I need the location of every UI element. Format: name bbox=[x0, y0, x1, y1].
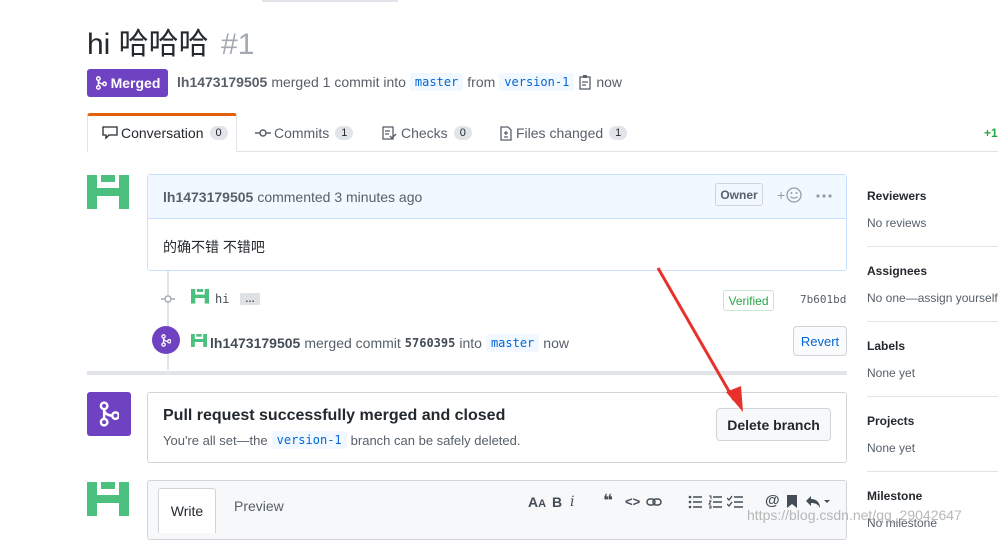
tab-conversation-count: 0 bbox=[209, 126, 228, 140]
smiley-icon bbox=[786, 187, 802, 203]
meta-text: merged 1 commit into bbox=[271, 74, 406, 90]
checklist-icon bbox=[382, 126, 397, 140]
milestone-heading[interactable]: Milestone bbox=[867, 489, 922, 503]
tab-files-changed[interactable]: Files changed 1 bbox=[500, 114, 628, 152]
head-branch[interactable]: version-1 bbox=[499, 73, 575, 91]
clipboard-icon[interactable] bbox=[578, 74, 592, 90]
preview-tab[interactable]: Preview bbox=[234, 498, 284, 514]
merge-author-avatar[interactable] bbox=[191, 334, 207, 350]
projects-heading[interactable]: Projects bbox=[867, 414, 914, 428]
pr-number: #1 bbox=[221, 28, 255, 61]
labels-value: None yet bbox=[867, 366, 916, 380]
owner-badge: Owner bbox=[715, 183, 763, 206]
add-reaction-button[interactable]: + bbox=[777, 187, 802, 203]
revert-button[interactable]: Revert bbox=[793, 326, 847, 356]
diffstat-added: +1 bbox=[984, 126, 998, 140]
commit-sha[interactable]: 7b601bd bbox=[800, 293, 846, 306]
merge-event-text: lh1473179505 merged commit 5760395 into … bbox=[210, 334, 569, 352]
expand-commit-button[interactable]: … bbox=[240, 293, 260, 305]
commit-message[interactable]: hi bbox=[215, 292, 229, 306]
top-edge-bar bbox=[262, 0, 398, 2]
page-title: hi 哈哈哈 #1 bbox=[87, 26, 254, 64]
tab-checks[interactable]: Checks 0 bbox=[382, 114, 472, 152]
reviewers-value: No reviews bbox=[867, 216, 927, 230]
labels-heading[interactable]: Labels bbox=[867, 339, 905, 353]
merge-icon bbox=[99, 401, 119, 427]
author-link[interactable]: lh1473179505 bbox=[177, 74, 267, 90]
italic-icon[interactable]: i bbox=[570, 494, 574, 510]
header-text-icon[interactable]: AA bbox=[528, 494, 546, 510]
merge-sha[interactable]: 5760395 bbox=[405, 336, 456, 350]
sidebar-divider bbox=[867, 396, 998, 397]
tab-files-label: Files changed bbox=[516, 125, 604, 141]
comment-icon bbox=[102, 126, 118, 140]
avatar[interactable] bbox=[87, 175, 129, 217]
merge-branch[interactable]: master bbox=[485, 334, 540, 352]
timeline-line bbox=[167, 270, 169, 370]
tab-checks-label: Checks bbox=[401, 125, 448, 141]
tab-commits[interactable]: Commits 1 bbox=[255, 114, 354, 152]
commit-avatar[interactable] bbox=[191, 289, 209, 307]
merge-icon bbox=[95, 76, 107, 90]
sidebar-divider bbox=[867, 246, 998, 247]
from-text: from bbox=[467, 74, 496, 90]
merged-time: now bbox=[596, 74, 622, 90]
merge-event-badge bbox=[152, 326, 180, 354]
code-icon[interactable]: <> bbox=[625, 494, 640, 509]
merge-into: into bbox=[459, 335, 482, 351]
bold-icon[interactable]: B bbox=[552, 494, 562, 510]
watermark: https://blog.csdn.net/qq_29042647 bbox=[747, 507, 962, 523]
commit-node-icon bbox=[161, 295, 175, 303]
quote-icon[interactable]: ❝ bbox=[603, 491, 613, 511]
base-branch[interactable]: master bbox=[409, 73, 464, 91]
commit-icon bbox=[255, 129, 271, 137]
merge-icon bbox=[161, 333, 171, 347]
merge-author[interactable]: lh1473179505 bbox=[210, 335, 300, 351]
merged-text-after: branch can be safely deleted. bbox=[350, 432, 521, 448]
comment-author[interactable]: lh1473179505 bbox=[163, 189, 253, 205]
pr-meta: lh1473179505 merged 1 commit into master… bbox=[177, 73, 622, 91]
merged-label: Merged bbox=[110, 75, 161, 91]
merged-text-before: You're all set—the bbox=[163, 432, 268, 448]
reviewers-heading[interactable]: Reviewers bbox=[867, 189, 926, 203]
pr-title: hi 哈哈哈 bbox=[87, 28, 209, 61]
comment-body: 的确不错 不错吧 bbox=[163, 239, 265, 255]
bulleted-list-icon[interactable] bbox=[688, 495, 702, 509]
assignees-value[interactable]: No one—assign yourself bbox=[867, 291, 998, 305]
link-icon[interactable] bbox=[646, 496, 662, 508]
merged-branch[interactable]: version-1 bbox=[271, 431, 347, 449]
assignees-heading[interactable]: Assignees bbox=[867, 264, 927, 278]
editor-avatar[interactable] bbox=[87, 482, 129, 524]
merge-text: merged commit bbox=[304, 335, 401, 351]
tab-checks-count: 0 bbox=[453, 126, 472, 140]
tab-conversation[interactable]: Conversation 0 bbox=[102, 114, 228, 152]
tab-commits-count: 1 bbox=[335, 126, 354, 140]
comment-action[interactable]: commented 3 minutes ago bbox=[257, 189, 422, 205]
tab-commits-label: Commits bbox=[274, 125, 330, 141]
projects-value: None yet bbox=[867, 441, 916, 455]
write-tab[interactable]: Write bbox=[158, 488, 216, 533]
reaction-plus: + bbox=[777, 187, 786, 203]
file-diff-icon bbox=[500, 125, 512, 141]
merged-heading: Pull request successfully merged and clo… bbox=[163, 407, 506, 424]
sidebar-divider bbox=[867, 471, 998, 472]
annotation-arrow bbox=[656, 267, 743, 412]
tab-conversation-label: Conversation bbox=[121, 125, 204, 141]
merged-box-icon bbox=[87, 392, 131, 436]
merged-state-badge: Merged bbox=[87, 69, 168, 97]
merge-time: now bbox=[543, 335, 569, 351]
merged-subtext: You're all set—the version-1 branch can … bbox=[163, 431, 521, 449]
numbered-list-icon[interactable] bbox=[708, 495, 722, 509]
sidebar-divider bbox=[867, 321, 998, 322]
task-list-icon[interactable] bbox=[727, 495, 743, 509]
tab-files-count: 1 bbox=[609, 126, 628, 140]
kebab-menu-icon[interactable] bbox=[816, 194, 832, 198]
